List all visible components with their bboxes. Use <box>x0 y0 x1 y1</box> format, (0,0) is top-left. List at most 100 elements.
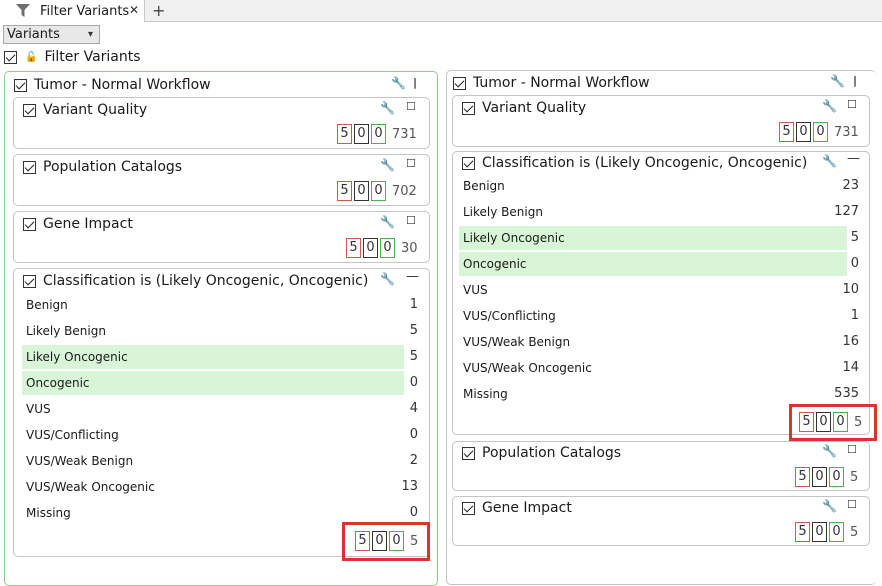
classification-label: Oncogenic <box>463 257 527 271</box>
classification-row[interactable]: Benign <box>22 293 404 317</box>
classification-row[interactable]: Likely Benign <box>22 319 404 343</box>
wrench-icon[interactable]: 🔧 <box>391 76 406 90</box>
count-total: 5 <box>850 524 859 540</box>
classification-count: 2 <box>409 453 418 468</box>
classification-label: VUS/Weak Benign <box>463 335 571 349</box>
wrench-icon[interactable]: 🔧 <box>822 499 837 513</box>
panel-title: Classification is (Likely Oncogenic, Onc… <box>482 155 808 171</box>
classification-row[interactable]: Likely Oncogenic <box>22 345 404 369</box>
maximize-icon[interactable]: ☐ <box>406 214 416 227</box>
left-gene-impact-panel: Gene Impact 🔧 ☐ 5 0 0 30 <box>13 211 430 263</box>
classification-count: 5 <box>850 230 859 245</box>
maximize-icon[interactable]: ☐ <box>406 100 416 113</box>
panel-header: Population Catalogs <box>462 445 621 461</box>
select-value: Variants <box>7 27 60 42</box>
classification-row[interactable]: VUS <box>459 278 847 302</box>
unlock-icon[interactable]: 🔓 <box>25 52 37 63</box>
minimize-icon[interactable]: — <box>406 269 419 284</box>
classification-label: Oncogenic <box>26 376 90 390</box>
classification-label: Likely Oncogenic <box>26 350 128 364</box>
classification-row[interactable]: VUS/Weak Benign <box>459 330 847 354</box>
population-catalogs-checkbox[interactable] <box>23 160 36 174</box>
count-red: 5 <box>337 181 352 201</box>
count-black: 0 <box>796 122 811 142</box>
workflow-title: Tumor - Normal Workflow <box>473 75 650 91</box>
wrench-icon[interactable]: 🔧 <box>822 99 837 113</box>
classification-row[interactable]: Likely Oncogenic <box>459 226 847 250</box>
count-black: 0 <box>363 238 378 258</box>
count-black: 0 <box>354 181 369 201</box>
classification-checkbox[interactable] <box>23 274 36 288</box>
collapse-bar-icon[interactable]: | <box>413 76 417 89</box>
classification-count: 5 <box>409 323 418 338</box>
count-red: 5 <box>337 124 352 144</box>
tab-filter-variants[interactable]: Filter Variants ✕ <box>0 0 145 22</box>
workflow-checkbox[interactable] <box>453 76 466 90</box>
classification-label: Missing <box>463 387 508 401</box>
classification-row[interactable]: Benign <box>459 174 847 198</box>
tab-bar: Filter Variants ✕ + <box>0 0 882 22</box>
classification-label: VUS <box>463 283 488 297</box>
count-green: 0 <box>813 122 828 142</box>
right-workflow-header: Tumor - Normal Workflow <box>453 75 650 91</box>
gene-impact-checkbox[interactable] <box>23 217 36 231</box>
left-workflow-panel: Tumor - Normal Workflow 🔧 | Variant Qual… <box>4 71 438 586</box>
wrench-icon[interactable]: 🔧 <box>380 158 395 172</box>
classification-row[interactable]: Missing <box>459 382 847 406</box>
filter-variants-checkbox[interactable] <box>4 50 17 64</box>
classification-row[interactable]: VUS <box>22 397 404 421</box>
workflow-title: Tumor - Normal Workflow <box>34 77 211 93</box>
classification-row[interactable]: VUS/Weak Oncogenic <box>22 475 404 499</box>
count-green: 0 <box>371 181 386 201</box>
classification-row[interactable]: VUS/Conflicting <box>22 423 404 447</box>
classification-row[interactable]: Likely Benign <box>459 200 847 224</box>
maximize-icon[interactable]: ☐ <box>847 498 857 511</box>
chevron-down-icon: ▾ <box>87 29 93 40</box>
maximize-icon[interactable]: ☐ <box>847 443 857 456</box>
minimize-icon[interactable]: — <box>847 151 860 166</box>
panel-title: Variant Quality <box>482 100 587 116</box>
wrench-icon[interactable]: 🔧 <box>380 272 395 286</box>
classification-row[interactable]: VUS/Weak Oncogenic <box>459 356 847 380</box>
close-icon[interactable]: ✕ <box>129 3 139 17</box>
classification-row[interactable]: Oncogenic <box>459 252 847 276</box>
classification-row[interactable]: VUS/Weak Benign <box>22 449 404 473</box>
count-total: 702 <box>392 183 417 199</box>
maximize-icon[interactable]: ☐ <box>847 98 857 111</box>
add-tab-icon[interactable]: + <box>152 0 165 22</box>
collapse-bar-icon[interactable]: | <box>853 74 857 87</box>
wrench-icon[interactable]: 🔧 <box>830 74 845 88</box>
filter-icon <box>16 4 30 17</box>
classification-count: 5 <box>409 349 418 364</box>
count-red: 5 <box>795 522 810 542</box>
count-red: 5 <box>779 122 794 142</box>
panel-header: Variant Quality <box>462 100 586 116</box>
wrench-icon[interactable]: 🔧 <box>822 444 837 458</box>
classification-count: 1 <box>409 297 418 312</box>
highlight-box <box>789 404 877 441</box>
count-total: 5 <box>850 469 859 485</box>
count-green: 0 <box>829 522 844 542</box>
count-total: 30 <box>401 240 418 256</box>
variant-quality-checkbox[interactable] <box>23 103 36 117</box>
right-variant-quality-panel: Variant Quality 🔧 ☐ 5 0 0 731 <box>452 95 870 147</box>
variant-quality-checkbox[interactable] <box>462 101 475 115</box>
workflow-checkbox[interactable] <box>14 78 27 92</box>
panel-header: Gene Impact <box>23 216 133 232</box>
panel-title: Gene Impact <box>43 216 133 232</box>
classification-count: 0 <box>850 256 859 271</box>
panel-header: Gene Impact <box>462 500 572 516</box>
wrench-icon[interactable]: 🔧 <box>822 154 837 168</box>
classification-row[interactable]: VUS/Conflicting <box>459 304 847 328</box>
classification-checkbox[interactable] <box>462 156 475 170</box>
gene-impact-checkbox[interactable] <box>462 501 475 515</box>
wrench-icon[interactable]: 🔧 <box>380 215 395 229</box>
variants-select[interactable]: Variants ▾ <box>3 25 100 44</box>
maximize-icon[interactable]: ☐ <box>406 157 416 170</box>
left-classification-panel: Classification is (Likely Oncogenic, Onc… <box>13 268 430 557</box>
classification-row[interactable]: Oncogenic <box>22 371 404 395</box>
panel-header: Variant Quality <box>23 102 147 118</box>
wrench-icon[interactable]: 🔧 <box>380 101 395 115</box>
population-catalogs-checkbox[interactable] <box>462 446 475 460</box>
highlight-box <box>342 522 430 561</box>
